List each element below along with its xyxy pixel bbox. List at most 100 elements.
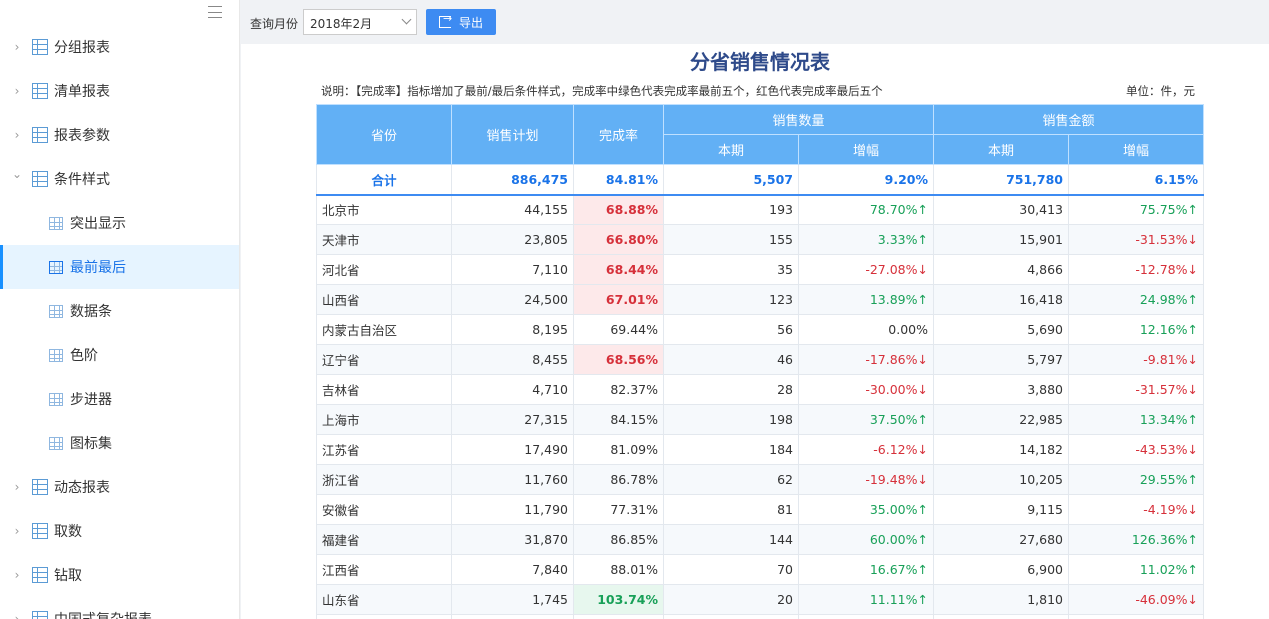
- plan-cell: 27,315: [451, 404, 574, 435]
- growth-value: 13.89%: [869, 292, 918, 307]
- amt-growth-cell: -43.53%↓: [1068, 434, 1204, 465]
- sidebar-item-6[interactable]: 数据条: [0, 289, 239, 333]
- plan-cell: 31,870: [451, 524, 574, 555]
- chevron-icon: ›: [14, 84, 20, 98]
- qty-cell: [663, 614, 799, 619]
- sidebar-item-label: 清单报表: [54, 84, 110, 100]
- sidebar-item-label: 图标集: [70, 436, 112, 452]
- up-arrow-icon: ↑: [917, 592, 928, 607]
- report-icon: [32, 171, 48, 187]
- report-area: 分省销售情况表 说明：【完成率】指标增加了最前/最后条件样式，完成率中绿色代表完…: [241, 44, 1269, 619]
- amt-growth-cell: -31.57%↓: [1068, 374, 1204, 405]
- amt-growth-cell: 11.02%↑: [1068, 554, 1204, 585]
- province-cell: 安徽省: [316, 494, 452, 525]
- report-note: 说明：【完成率】指标增加了最前/最后条件样式，完成率中绿色代表完成率最前五个，红…: [321, 84, 883, 98]
- qty-cell: 70: [663, 554, 799, 585]
- header-qty-group: 销售数量: [663, 104, 934, 135]
- province-cell: 江西省: [316, 554, 452, 585]
- chevron-icon: ›: [14, 524, 20, 538]
- province-cell: 浙江省: [316, 464, 452, 495]
- report-icon: [32, 611, 48, 619]
- growth-value: -27.08%: [865, 262, 918, 277]
- amt-cell: 5,797: [933, 344, 1069, 375]
- qty-cell: 123: [663, 284, 799, 315]
- export-icon: [438, 12, 452, 28]
- sidebar-item-0[interactable]: › 分组报表: [0, 25, 239, 69]
- growth-value: -12.78%: [1135, 262, 1188, 277]
- growth-value: 16.67%: [869, 562, 918, 577]
- sidebar-item-label: 取数: [54, 524, 82, 540]
- total-qty-growth: 9.20%: [798, 164, 934, 196]
- amt-cell: 14,182: [933, 434, 1069, 465]
- sidebar-item-3[interactable]: ⌄ 条件样式: [0, 157, 239, 201]
- sidebar-item-1[interactable]: › 清单报表: [0, 69, 239, 113]
- table-row: 天津市 23,805 66.80% 155 3.33%↑ 15,901 -31.53%↓: [316, 224, 1204, 255]
- table-icon: [49, 437, 63, 450]
- qty-cell: 20: [663, 584, 799, 615]
- amt-growth-cell: 13.34%↑: [1068, 404, 1204, 435]
- sidebar-item-4[interactable]: 突出显示: [0, 201, 239, 245]
- up-arrow-icon: ↑: [917, 502, 928, 517]
- sidebar-item-label: 动态报表: [54, 480, 110, 496]
- plan-cell: 11,790: [451, 494, 574, 525]
- up-arrow-icon: ↑: [1187, 532, 1198, 547]
- table-icon: [49, 349, 63, 362]
- province-cell: 山东省: [316, 584, 452, 615]
- sidebar-item-10[interactable]: › 动态报表: [0, 465, 239, 509]
- export-button-label: 导出: [458, 15, 483, 30]
- report-icon: [32, 83, 48, 99]
- rate-cell: [573, 614, 664, 619]
- qty-growth-cell: -27.08%↓: [798, 254, 934, 285]
- report-title: 分省销售情况表: [690, 50, 830, 74]
- sidebar-item-2[interactable]: › 报表参数: [0, 113, 239, 157]
- sidebar-item-8[interactable]: 步进器: [0, 377, 239, 421]
- table-row: 江苏省 17,490 81.09% 184 -6.12%↓ 14,182 -43.53%↓: [316, 434, 1204, 465]
- growth-value: 29.55%: [1139, 472, 1188, 487]
- growth-value: -17.86%: [865, 352, 918, 367]
- chevron-icon: ›: [14, 40, 20, 54]
- table-row: [316, 614, 1204, 619]
- qty-cell: 28: [663, 374, 799, 405]
- amt-cell: 4,866: [933, 254, 1069, 285]
- sidebar-item-13[interactable]: › 中国式复杂报表: [0, 597, 239, 619]
- report-icon: [32, 39, 48, 55]
- amt-cell: 3,880: [933, 374, 1069, 405]
- sidebar-item-9[interactable]: 图标集: [0, 421, 239, 465]
- table-row: 安徽省 11,790 77.31% 81 35.00%↑ 9,115 -4.19%↓: [316, 494, 1204, 525]
- sidebar-item-label: 中国式复杂报表: [54, 609, 152, 619]
- qty-growth-cell: 13.89%↑: [798, 284, 934, 315]
- down-arrow-icon: ↓: [1187, 232, 1198, 247]
- sidebar-item-11[interactable]: › 取数: [0, 509, 239, 553]
- month-select[interactable]: 2018年2月: [303, 9, 417, 35]
- qty-cell: 144: [663, 524, 799, 555]
- amt-growth-cell: -31.53%↓: [1068, 224, 1204, 255]
- qty-growth-cell: [798, 614, 934, 619]
- rate-cell: 68.88%: [573, 194, 664, 225]
- up-arrow-icon: ↑: [917, 202, 928, 218]
- growth-value: 126.36%: [1131, 532, 1188, 547]
- amt-growth-cell: 24.98%↑: [1068, 284, 1204, 315]
- export-button[interactable]: 导出: [426, 9, 496, 35]
- sidebar-item-5[interactable]: 最前最后: [0, 245, 239, 289]
- table-row: 山西省 24,500 67.01% 123 13.89%↑ 16,418 24.98%↑: [316, 284, 1204, 315]
- menu-toggle-icon[interactable]: [208, 6, 222, 18]
- qty-cell: 62: [663, 464, 799, 495]
- qty-growth-cell: 37.50%↑: [798, 404, 934, 435]
- rate-cell: 82.37%: [573, 374, 664, 405]
- rate-cell: 81.09%: [573, 434, 664, 465]
- sidebar-item-12[interactable]: › 钻取: [0, 553, 239, 597]
- report-icon: [32, 127, 48, 143]
- amt-growth-cell: 12.16%↑: [1068, 314, 1204, 345]
- table-row: 福建省 31,870 86.85% 144 60.00%↑ 27,680 126.36%↑: [316, 524, 1204, 555]
- growth-value: 11.11%: [869, 592, 918, 607]
- province-cell: 上海市: [316, 404, 452, 435]
- table-row: 山东省 1,745 103.74% 20 11.11%↑ 1,810 -46.09%↓: [316, 584, 1204, 615]
- amt-cell: 30,413: [933, 194, 1069, 225]
- table-row: 浙江省 11,760 86.78% 62 -19.48%↓ 10,205 29.55%↑: [316, 464, 1204, 495]
- rate-cell: 77.31%: [573, 494, 664, 525]
- up-arrow-icon: ↑: [917, 532, 928, 547]
- total-label: 合计: [316, 164, 452, 196]
- growth-value: -31.53%: [1135, 232, 1188, 247]
- sidebar-item-7[interactable]: 色阶: [0, 333, 239, 377]
- province-cell: 辽宁省: [316, 344, 452, 375]
